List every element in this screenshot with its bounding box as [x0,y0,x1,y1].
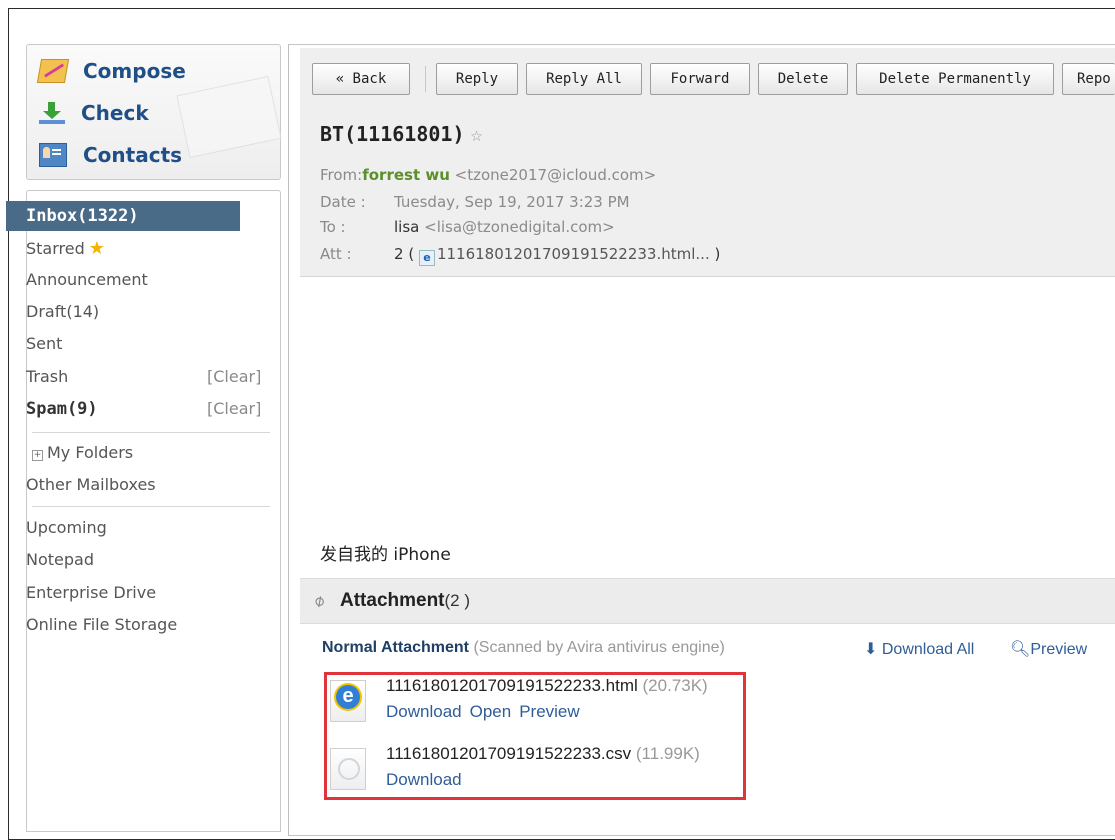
quick-actions-panel: Compose Check Contacts [26,44,282,180]
csv-file-icon [330,748,366,790]
paperclip-icon: ⌀ [309,589,329,612]
date-line: Date : Tuesday, Sep 19, 2017 3:23 PM [320,193,630,211]
att-count: 2 [394,245,404,263]
download-icon [39,102,65,124]
scanned-note: (Scanned by Avira antivirus engine) [473,639,725,656]
normal-attachment-label: Normal Attachment [322,639,469,656]
toolbar-separator [425,66,426,92]
date-label: Date : [320,193,366,211]
sidebar-item-upcoming[interactable]: Upcoming [26,518,107,537]
message-body: 发自我的 iPhone [320,545,451,565]
normal-attachment-header: Normal Attachment (Scanned by Avira anti… [322,639,725,657]
reply-button[interactable]: Reply [436,63,518,95]
att-file-link[interactable]: 11161801201709191522233.html... [437,245,710,263]
divider [32,432,270,433]
star-outline-icon[interactable]: ☆ [471,122,483,146]
attachment-filename: 11161801201709191522233.html [386,676,638,695]
envelope-graphic [176,75,282,159]
contacts-icon [39,143,67,167]
expand-icon: + [32,450,43,461]
my-folders-label: My Folders [47,443,134,462]
forward-button[interactable]: Forward [650,63,750,95]
back-button[interactable]: « Back [312,63,410,95]
download-arrow-icon: ⬇ [864,641,878,658]
attachment-count: (2 ) [444,591,471,610]
from-label: From: [320,166,363,184]
sidebar-item-trash[interactable]: Trash [26,367,68,386]
recipient-email: <lisa@tzonedigital.com> [424,218,615,236]
ie-file-icon: e [418,250,435,266]
sidebar-item-starred[interactable]: Starred ★ [26,238,105,259]
recipient-name: lisa [394,218,420,236]
preview-link[interactable]: Preview [519,702,579,721]
sender-email: <tzone2017@icloud.com> [454,166,657,184]
contacts-label: Contacts [83,143,183,167]
attachment-title-text: Attachment [340,590,445,611]
att-open: ( [408,245,415,263]
date-value: Tuesday, Sep 19, 2017 3:23 PM [394,193,630,211]
sidebar-item-online-file-storage[interactable]: Online File Storage [26,615,177,634]
attachment-bar: ⌀ Attachment(2 ) [300,578,1115,624]
report-button[interactable]: Repo [1062,63,1115,95]
sidebar-item-enterprise-drive[interactable]: Enterprise Drive [26,583,156,602]
from-line: From:forrest wu <tzone2017@icloud.com> [320,166,656,184]
subject-text: BT(11161801) [320,122,465,146]
to-line: To : lisa <lisa@tzonedigital.com> [320,218,615,236]
att-label: Att : [320,245,352,263]
sidebar-item-notepad[interactable]: Notepad [26,550,94,569]
download-all-label: Download All [881,641,975,658]
magnifier-icon: 🔍︎ [1010,641,1031,658]
to-label: To : [320,218,346,236]
check-button[interactable]: Check [39,101,149,125]
divider [32,506,270,507]
star-icon: ★ [88,238,105,259]
attachment-name: 11161801201709191522233.csv (11.99K) [386,744,700,764]
sidebar-item-draft[interactable]: Draft(14) [26,302,99,321]
att-line: Att : 2 ( e 11161801201709191522233.html..… [320,245,720,266]
download-link[interactable]: Download [386,770,462,789]
sidebar-item-sent[interactable]: Sent [26,334,62,353]
attachment-name: 11161801201709191522233.html (20.73K) [386,676,708,696]
attachment-actions: Download Open Preview [386,702,588,722]
preview-all-link[interactable]: 🔍︎Preview [1010,639,1087,659]
attachment-size: (11.99K) [635,744,700,763]
message-subject: BT(11161801) ☆ [320,122,483,146]
delete-button[interactable]: Delete [758,63,848,95]
check-label: Check [81,101,149,125]
contacts-button[interactable]: Contacts [39,143,182,167]
open-link[interactable]: Open [470,702,512,721]
sidebar-item-spam[interactable]: Spam(9) [26,399,98,419]
starred-label: Starred [26,239,85,258]
ie-file-icon [330,680,366,722]
download-all-link[interactable]: ⬇ Download All [864,639,974,659]
attachment-actions: Download [386,770,470,790]
download-link[interactable]: Download [386,702,462,721]
compose-label: Compose [83,59,186,83]
sidebar-item-inbox[interactable]: Inbox(1322) [6,201,240,231]
compose-button[interactable]: Compose [36,59,186,83]
compose-icon [36,59,70,83]
sidebar-item-announcement[interactable]: Announcement [26,270,148,289]
reply-all-button[interactable]: Reply All [526,63,642,95]
attachment-filename: 11161801201709191522233.csv [386,744,632,763]
preview-all-label: Preview [1030,641,1088,658]
attachment-size: (20.73K) [642,676,708,695]
sidebar-item-my-folders[interactable]: + My Folders [32,443,133,462]
att-close: ) [714,245,721,263]
sender-name[interactable]: forrest wu [362,166,450,184]
sidebar-item-other-mailboxes[interactable]: Other Mailboxes [26,475,156,494]
delete-permanently-button[interactable]: Delete Permanently [856,63,1054,95]
attachment-title: Attachment(2 ) [340,590,470,612]
